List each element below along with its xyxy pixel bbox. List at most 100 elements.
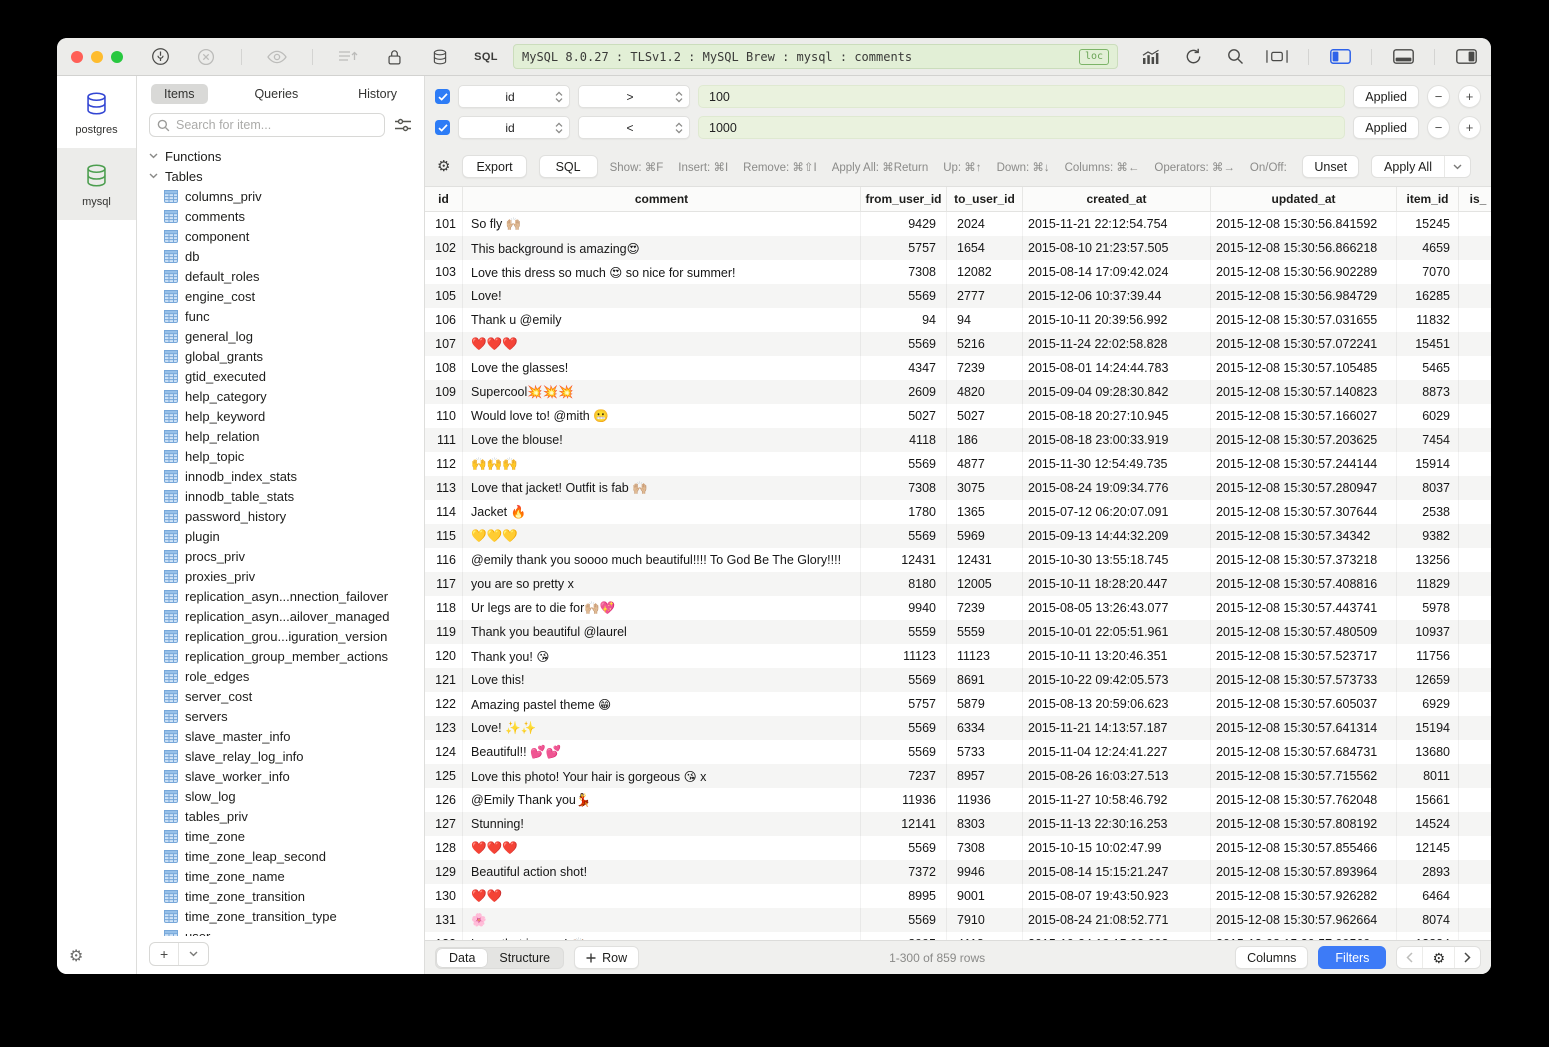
chart-icon[interactable] [1140, 47, 1162, 67]
cell-is_[interactable] [1459, 596, 1491, 620]
cell-created_at[interactable]: 2015-10-30 13:55:18.745 [1023, 548, 1211, 572]
cell-item_id[interactable]: 7454 [1397, 428, 1459, 452]
cell-updated_at[interactable]: 2015-12-08 15:30:56.866218 [1211, 236, 1397, 260]
cell-id[interactable]: 118 [425, 596, 463, 620]
cell-item_id[interactable]: 15914 [1397, 452, 1459, 476]
apply-all-chevron[interactable] [1444, 156, 1470, 177]
cell-comment[interactable]: Beautiful action shot! [463, 860, 861, 884]
minimize-window-button[interactable] [91, 51, 103, 63]
cell-updated_at[interactable]: 2015-12-08 15:30:57.715562 [1211, 764, 1397, 788]
filter-operator-select[interactable]: < [578, 116, 690, 139]
cell-item_id[interactable]: 8873 [1397, 380, 1459, 404]
cell-item_id[interactable]: 8011 [1397, 764, 1459, 788]
sidebar-table-proxies_priv[interactable]: proxies_priv [137, 566, 424, 586]
cell-comment[interactable]: ❤️❤️ [463, 884, 861, 908]
cell-created_at[interactable]: 2015-08-24 21:08:52.771 [1023, 908, 1211, 932]
cell-id[interactable]: 129 [425, 860, 463, 884]
cell-to_user_id[interactable]: 7308 [947, 836, 1023, 860]
cell-item_id[interactable]: 11829 [1397, 572, 1459, 596]
cell-id[interactable]: 132 [425, 932, 463, 940]
cell-is_[interactable] [1459, 860, 1491, 884]
cell-comment[interactable]: @Emily Thank you💃 [463, 788, 861, 812]
filter-settings-gear-icon[interactable]: ⚙ [437, 159, 450, 174]
cell-updated_at[interactable]: 2015-12-08 15:30:56.841592 [1211, 212, 1397, 236]
sidebar-table-help_topic[interactable]: help_topic [137, 446, 424, 466]
cell-id[interactable]: 103 [425, 260, 463, 284]
cell-to_user_id[interactable]: 2777 [947, 284, 1023, 308]
cell-id[interactable]: 128 [425, 836, 463, 860]
cell-comment[interactable]: Stunning! [463, 812, 861, 836]
filter-enabled-checkbox[interactable] [435, 89, 450, 104]
cell-id[interactable]: 127 [425, 812, 463, 836]
sidebar-table-innodb_index_stats[interactable]: innodb_index_stats [137, 466, 424, 486]
sidebar-table-slave_worker_info[interactable]: slave_worker_info [137, 766, 424, 786]
cell-id[interactable]: 109 [425, 380, 463, 404]
cell-created_at[interactable]: 2015-10-11 13:20:46.351 [1023, 644, 1211, 668]
cell-updated_at[interactable]: 2015-12-08 15:30:57.605037 [1211, 692, 1397, 716]
cell-is_[interactable] [1459, 788, 1491, 812]
cell-id[interactable]: 102 [425, 236, 463, 260]
column-header-updated_at[interactable]: updated_at [1211, 187, 1397, 211]
search-icon[interactable] [1224, 47, 1246, 67]
cell-id[interactable]: 114 [425, 500, 463, 524]
cell-from_user_id[interactable]: 5569 [861, 740, 947, 764]
refresh-icon[interactable] [1182, 47, 1204, 67]
sidebar-table-component[interactable]: component [137, 226, 424, 246]
cell-item_id[interactable]: 11756 [1397, 644, 1459, 668]
sidebar-table-default_roles[interactable]: default_roles [137, 266, 424, 286]
panel-bottom-icon[interactable] [1392, 47, 1414, 67]
sidebar-table-server_cost[interactable]: server_cost [137, 686, 424, 706]
cell-from_user_id[interactable]: 11936 [861, 788, 947, 812]
sidebar-table-user[interactable]: user [137, 926, 424, 936]
apply-all-button[interactable]: Apply All [1372, 156, 1444, 177]
cell-is_[interactable] [1459, 572, 1491, 596]
cell-created_at[interactable]: 2015-07-12 06:20:07.091 [1023, 500, 1211, 524]
cell-comment[interactable]: @emily thank you soooo much beautiful!!!… [463, 548, 861, 572]
cell-is_[interactable] [1459, 332, 1491, 356]
sidebar-table-innodb_table_stats[interactable]: innodb_table_stats [137, 486, 424, 506]
cell-id[interactable]: 123 [425, 716, 463, 740]
sidebar-table-db[interactable]: db [137, 246, 424, 266]
cell-comment[interactable]: Love! ✨✨ [463, 716, 861, 740]
cell-created_at[interactable]: 2015-10-01 22:05:51.961 [1023, 620, 1211, 644]
cell-item_id[interactable]: 7070 [1397, 260, 1459, 284]
cell-from_user_id[interactable]: 9429 [861, 212, 947, 236]
cell-updated_at[interactable]: 2015-12-08 15:30:57.166027 [1211, 404, 1397, 428]
cell-id[interactable]: 105 [425, 284, 463, 308]
cell-created_at[interactable]: 2015-08-05 13:26:43.077 [1023, 596, 1211, 620]
cell-item_id[interactable]: 14524 [1397, 812, 1459, 836]
cell-comment[interactable]: Beautiful!! 💕💕 [463, 740, 861, 764]
cell-id[interactable]: 130 [425, 884, 463, 908]
cell-created_at[interactable]: 2015-11-13 22:30:16.253 [1023, 812, 1211, 836]
sidebar-table-replication_grou___iguration_version[interactable]: replication_grou...iguration_version [137, 626, 424, 646]
tab-structure[interactable]: Structure [487, 949, 562, 967]
cell-updated_at[interactable]: 2015-12-08 15:30:56.984729 [1211, 284, 1397, 308]
cell-created_at[interactable]: 2015-08-26 16:03:27.513 [1023, 764, 1211, 788]
cell-updated_at[interactable]: 2015-12-08 15:30:57.573733 [1211, 668, 1397, 692]
cell-comment[interactable]: Love the blouse! [463, 428, 861, 452]
cell-from_user_id[interactable]: 1780 [861, 500, 947, 524]
columns-button[interactable]: Columns [1235, 946, 1308, 969]
column-header-item_id[interactable]: item_id [1397, 187, 1459, 211]
sql-editor-icon[interactable]: SQL [475, 47, 497, 67]
cell-comment[interactable]: ❤️❤️❤️ [463, 332, 861, 356]
cell-from_user_id[interactable]: 8995 [861, 884, 947, 908]
cell-item_id[interactable]: 6464 [1397, 884, 1459, 908]
cell-to_user_id[interactable]: 11936 [947, 788, 1023, 812]
sidebar-table-time_zone[interactable]: time_zone [137, 826, 424, 846]
cell-item_id[interactable]: 2538 [1397, 500, 1459, 524]
cell-updated_at[interactable]: 2015-12-08 15:30:57.684731 [1211, 740, 1397, 764]
column-header-is_[interactable]: is_ [1459, 187, 1491, 211]
cell-from_user_id[interactable]: 5569 [861, 668, 947, 692]
cell-updated_at[interactable]: 2015-12-08 15:30:57.244144 [1211, 452, 1397, 476]
fit-columns-icon[interactable] [1266, 47, 1288, 67]
cell-item_id[interactable]: 15451 [1397, 332, 1459, 356]
sidebar-table-replication_asyn___ailover_managed[interactable]: replication_asyn...ailover_managed [137, 606, 424, 626]
cell-item_id[interactable]: 2893 [1397, 860, 1459, 884]
cell-updated_at[interactable]: 2015-12-08 15:30:57.031655 [1211, 308, 1397, 332]
cell-comment[interactable]: Thank u @emily [463, 308, 861, 332]
cell-updated_at[interactable]: 2015-12-08 15:30:57.408816 [1211, 572, 1397, 596]
sidebar-table-time_zone_transition[interactable]: time_zone_transition [137, 886, 424, 906]
filter-enabled-checkbox[interactable] [435, 120, 450, 135]
filters-button[interactable]: Filters [1318, 946, 1386, 969]
